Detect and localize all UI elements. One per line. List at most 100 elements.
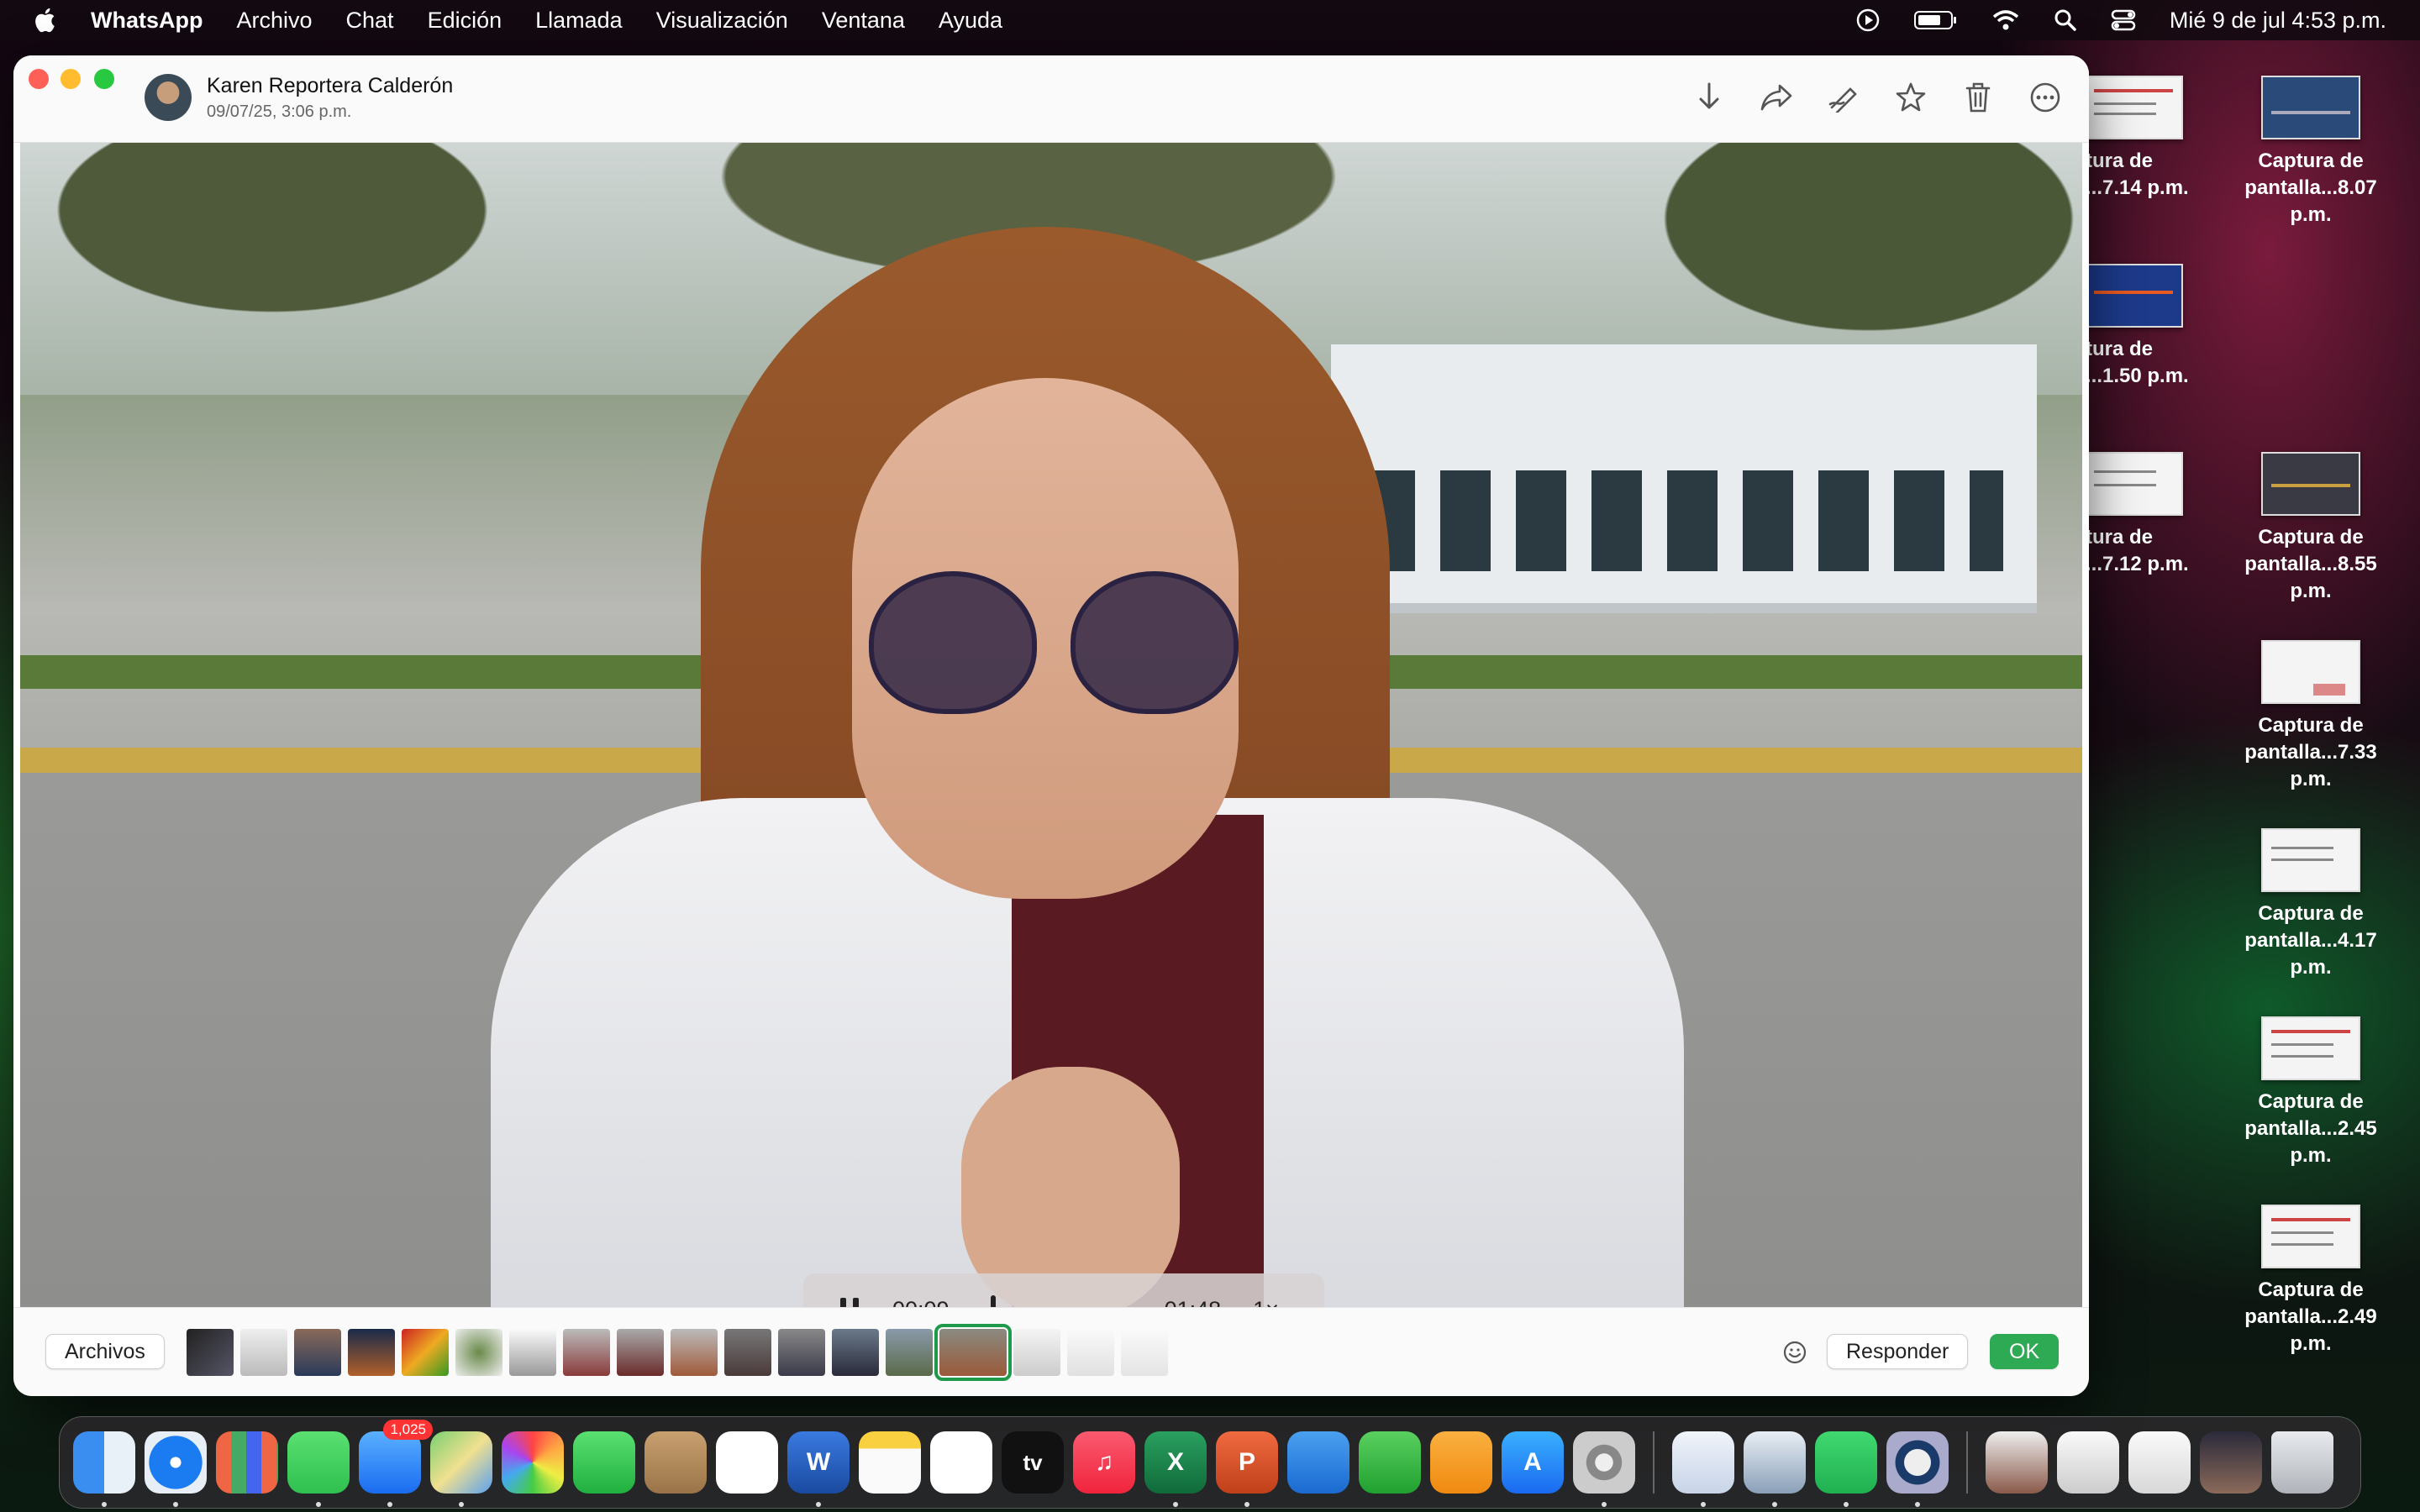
download-button[interactable] — [1691, 77, 1728, 118]
dock-mail-icon[interactable]: 1,025 — [359, 1420, 433, 1507]
dock-keynote-icon[interactable] — [1287, 1431, 1349, 1494]
dock-freeform-icon[interactable] — [930, 1431, 992, 1494]
media-thumbnail[interactable] — [671, 1329, 718, 1376]
menu-visualizacion[interactable]: Visualización — [656, 8, 788, 34]
dock-word-icon[interactable]: W — [787, 1431, 850, 1507]
forward-button[interactable] — [1758, 77, 1795, 118]
media-thumbnail[interactable] — [563, 1329, 610, 1376]
dock-appstore-icon[interactable]: A — [1502, 1431, 1564, 1494]
media-thumbnail[interactable] — [187, 1329, 234, 1376]
desktop-file-label: Captura de — [2258, 902, 2364, 925]
menu-bar: WhatsApp Archivo Chat Edición Llamada Vi… — [0, 0, 2420, 40]
wifi-icon[interactable] — [1991, 8, 2020, 32]
media-thumbnail[interactable] — [724, 1329, 771, 1376]
dock-maps-icon[interactable] — [430, 1431, 492, 1507]
dock-music-icon[interactable]: ♫ — [1073, 1431, 1135, 1494]
media-thumbnail[interactable] — [509, 1329, 556, 1376]
desktop-file-label: Captura de — [2258, 526, 2364, 549]
dock-finder-icon[interactable] — [73, 1431, 135, 1507]
desktop-file-icon[interactable]: Captura de pantalla...8.55 p.m. — [2235, 452, 2386, 605]
trash-icon — [1965, 82, 1991, 113]
dock-photos-icon[interactable] — [502, 1431, 564, 1494]
desktop-file-icon[interactable]: Captura de pantalla...4.17 p.m. — [2235, 828, 2386, 981]
desktop-file-icon[interactable]: Captura de pantalla...7.33 p.m. — [2235, 640, 2386, 793]
media-thumbnail[interactable] — [832, 1329, 879, 1376]
battery-icon[interactable] — [1913, 9, 1958, 31]
more-button[interactable] — [2027, 77, 2064, 118]
dock-numbers-icon[interactable] — [1359, 1431, 1421, 1494]
media-thumbnail[interactable] — [1067, 1329, 1114, 1376]
dock-appletv-icon[interactable]: tv — [1002, 1431, 1064, 1494]
dock-trash-icon[interactable] — [2271, 1431, 2333, 1494]
files-button[interactable]: Archivos — [45, 1334, 165, 1369]
window-zoom-button[interactable] — [94, 69, 114, 89]
dock-facetime-icon[interactable] — [573, 1431, 635, 1494]
menu-clock[interactable]: Mié 9 de jul 4:53 p.m. — [2170, 8, 2386, 34]
play-status-icon[interactable] — [1855, 8, 1881, 33]
dock-launchpad-icon[interactable] — [216, 1431, 278, 1494]
dock-settings-icon[interactable] — [1573, 1431, 1635, 1507]
desktop-file-label: pantalla...8.55 p.m. — [2244, 553, 2377, 602]
sender-avatar[interactable] — [145, 74, 192, 121]
desktop-file-label: Captura de — [2258, 714, 2364, 737]
media-thumbnail-strip — [187, 1324, 1168, 1381]
menu-llamada[interactable]: Llamada — [535, 8, 623, 34]
media-thumbnail[interactable] — [294, 1329, 341, 1376]
dock-separator — [1653, 1431, 1655, 1494]
desktop-file-icon[interactable]: Captura de pantalla...2.45 p.m. — [2235, 1016, 2386, 1169]
forward-icon — [1760, 84, 1792, 111]
media-thumbnail[interactable] — [1121, 1329, 1168, 1376]
star-button[interactable] — [1892, 77, 1929, 118]
dock-whatsapp-icon[interactable] — [1815, 1431, 1877, 1507]
media-thumbnail[interactable] — [348, 1329, 395, 1376]
control-center-icon[interactable] — [2111, 8, 2136, 33]
dock-quicktime-icon[interactable] — [1886, 1431, 1949, 1507]
dock-preview-icon[interactable] — [1744, 1431, 1806, 1507]
apple-menu-icon[interactable] — [32, 6, 60, 34]
delete-button[interactable] — [1960, 77, 1996, 118]
desktop-file-label: pantalla...7.33 p.m. — [2244, 741, 2377, 790]
desktop-file-icon[interactable]: Captura de pantalla...2.49 p.m. — [2235, 1205, 2386, 1357]
video-frame[interactable] — [20, 143, 2082, 1307]
dock-minimized-window[interactable] — [2128, 1431, 2191, 1494]
menu-archivo[interactable]: Archivo — [236, 8, 312, 34]
window-minimize-button[interactable] — [60, 69, 81, 89]
dock-minimized-window[interactable] — [2200, 1431, 2262, 1494]
media-thumbnail[interactable] — [886, 1329, 933, 1376]
dock-safari-icon[interactable] — [145, 1431, 207, 1507]
menu-edicion[interactable]: Edición — [428, 8, 502, 34]
media-thumbnail[interactable] — [778, 1329, 825, 1376]
media-thumbnail-selected[interactable] — [934, 1324, 1012, 1381]
media-thumbnail[interactable] — [1013, 1329, 1060, 1376]
desktop-file-label: Captura de — [2258, 150, 2364, 172]
dock-minimized-window[interactable] — [1986, 1431, 2048, 1494]
more-icon — [2030, 82, 2060, 113]
status-area: Mié 9 de jul 4:53 p.m. — [1855, 0, 2386, 40]
desktop-file-icon[interactable]: Captura de pantalla...8.07 p.m. — [2235, 76, 2386, 228]
dock: 1,025 W tv ♫ X P A — [59, 1416, 2361, 1509]
desktop-file-label: pantalla...2.45 p.m. — [2244, 1117, 2377, 1167]
dock-contacts-icon[interactable] — [644, 1431, 707, 1494]
dock-messages-icon[interactable] — [287, 1431, 350, 1507]
dock-excel-icon[interactable]: X — [1144, 1431, 1207, 1507]
dock-pages-icon[interactable] — [1430, 1431, 1492, 1494]
dock-notes-icon[interactable] — [859, 1431, 921, 1494]
dock-powerpoint-icon[interactable]: P — [1216, 1431, 1278, 1507]
media-thumbnail[interactable] — [402, 1329, 449, 1376]
menu-app-name[interactable]: WhatsApp — [91, 8, 203, 34]
edit-button[interactable] — [1825, 77, 1862, 118]
media-thumbnail[interactable] — [455, 1329, 502, 1376]
menu-ventana[interactable]: Ventana — [822, 8, 905, 34]
window-close-button[interactable] — [29, 69, 49, 89]
menu-chat[interactable]: Chat — [346, 8, 394, 34]
menu-ayuda[interactable]: Ayuda — [939, 8, 1002, 34]
emoji-icon[interactable] — [1781, 1339, 1808, 1366]
ok-button[interactable]: OK — [1990, 1334, 2060, 1369]
media-thumbnail[interactable] — [240, 1329, 287, 1376]
dock-reminders-icon[interactable] — [716, 1431, 778, 1494]
media-thumbnail[interactable] — [617, 1329, 664, 1376]
dock-minimized-window[interactable] — [2057, 1431, 2119, 1494]
reply-button[interactable]: Responder — [1827, 1334, 1969, 1369]
spotlight-search-icon[interactable] — [2054, 8, 2077, 32]
dock-passwords-icon[interactable] — [1672, 1431, 1734, 1507]
